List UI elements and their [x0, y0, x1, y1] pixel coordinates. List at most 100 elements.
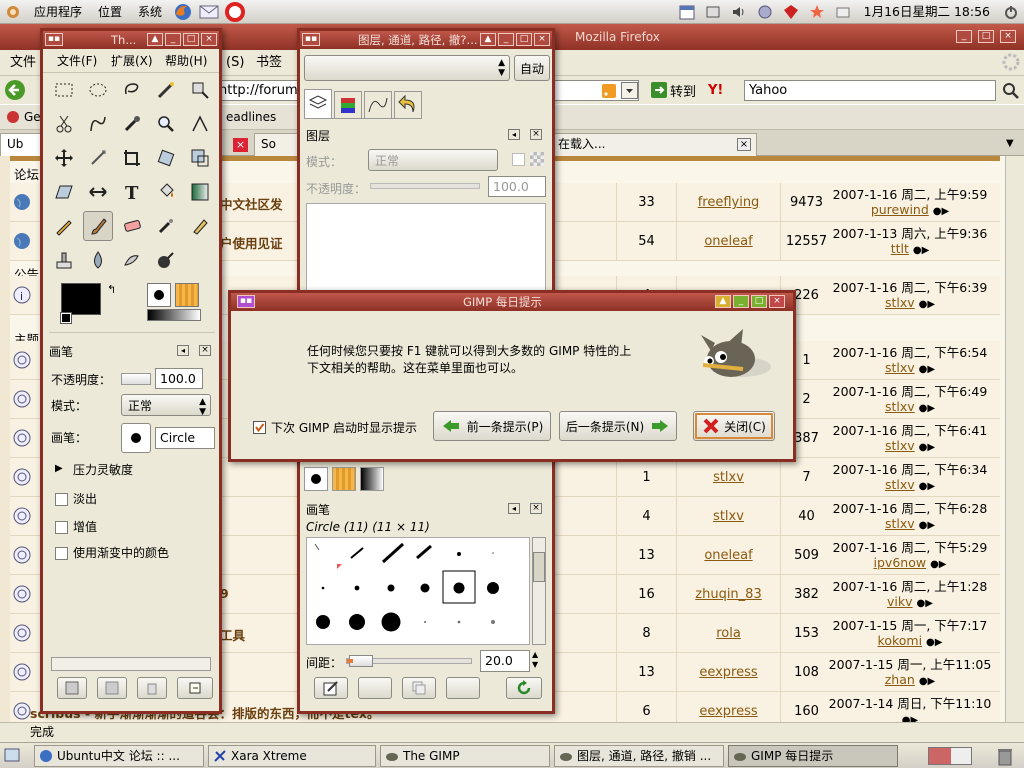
smudge-icon[interactable]: [117, 245, 147, 275]
firefox-menu-s[interactable]: (S): [226, 50, 244, 76]
tab-close-icon[interactable]: ×: [233, 138, 248, 152]
go-icon[interactable]: [651, 82, 667, 98]
goto-post-icon[interactable]: ●▶: [933, 206, 949, 217]
airbrush-icon[interactable]: [151, 211, 181, 241]
last-post-user[interactable]: purewind: [871, 202, 929, 217]
pencil-icon[interactable]: [49, 211, 79, 241]
active-pattern-preview[interactable]: [175, 283, 199, 307]
author-value[interactable]: oneleaf: [704, 548, 752, 563]
align-icon[interactable]: [83, 143, 113, 173]
toolbox-up-button[interactable]: ▲: [147, 33, 163, 46]
blur-icon[interactable]: [83, 245, 113, 275]
last-post-user[interactable]: stlxv: [885, 399, 915, 414]
goto-post-icon[interactable]: ●▶: [919, 481, 935, 492]
reset-options-icon[interactable]: [177, 677, 213, 699]
measure-icon[interactable]: [185, 109, 215, 139]
gradients-tab-icon[interactable]: [360, 467, 384, 491]
tab-loading[interactable]: 在载入...: [552, 133, 757, 156]
firefox-menu-file[interactable]: 文件: [10, 50, 36, 76]
rect-select-icon[interactable]: [49, 75, 79, 105]
clock[interactable]: 1月16日星期二 18:56: [856, 0, 998, 24]
network-icon[interactable]: [754, 1, 776, 23]
last-post-user[interactable]: zhan: [885, 672, 915, 687]
auto-button[interactable]: 自动: [514, 55, 550, 81]
restore-options-icon[interactable]: [97, 677, 127, 699]
update-notifier-icon[interactable]: [832, 1, 854, 23]
task-gimp[interactable]: The GIMP: [380, 745, 550, 767]
last-post-user[interactable]: stlxv: [885, 477, 915, 492]
update-star-icon[interactable]: [806, 1, 828, 23]
tip-menu-button[interactable]: ▪▪: [237, 295, 255, 308]
layers-opacity-field[interactable]: 100.0: [488, 176, 546, 197]
eraser-icon[interactable]: [117, 211, 147, 241]
places-menu[interactable]: 位置: [90, 0, 130, 24]
mail-launcher-icon[interactable]: [198, 1, 220, 23]
author-value[interactable]: zhuqin_83: [695, 587, 761, 602]
system-menu[interactable]: 系统: [130, 0, 170, 24]
topic-title[interactable]: 工具: [220, 625, 245, 644]
spacing-slider[interactable]: [346, 655, 472, 667]
tip-maximize-button[interactable]: □: [751, 295, 767, 308]
image-select[interactable]: ▲ ▼: [304, 55, 510, 81]
brush-preview-button[interactable]: [121, 423, 151, 453]
close-button[interactable]: 关闭(C): [693, 411, 775, 441]
fuzzy-select-icon[interactable]: [151, 75, 181, 105]
goto-post-icon[interactable]: ●▶: [913, 245, 929, 256]
fade-checkbox[interactable]: [55, 493, 68, 506]
toolbox-menu-ext[interactable]: 扩展(X): [111, 49, 153, 73]
layers-panel-close-icon[interactable]: ×: [530, 129, 542, 140]
delete-brush-icon[interactable]: [446, 677, 480, 699]
brushes-panel-close-icon[interactable]: ×: [530, 503, 542, 514]
goto-post-icon[interactable]: ●▶: [919, 442, 935, 453]
delete-options-icon[interactable]: [137, 677, 167, 699]
toolbox-menu-help[interactable]: 帮助(H): [165, 49, 207, 73]
toolbox-maximize-button[interactable]: □: [183, 33, 199, 46]
ink-icon[interactable]: [185, 211, 215, 241]
rss-icon[interactable]: [602, 84, 616, 98]
paths-tab-icon[interactable]: [364, 91, 392, 119]
task-layers[interactable]: 图层, 通道, 路径, 撤销 ...: [554, 745, 724, 767]
crop-icon[interactable]: [117, 143, 147, 173]
page-scrollbar[interactable]: [1005, 156, 1024, 722]
brush-grid-scroll-thumb[interactable]: [533, 552, 545, 582]
toolbox-close-button[interactable]: ×: [201, 33, 217, 46]
layers-up-button[interactable]: ▲: [480, 33, 496, 46]
swap-colors-icon[interactable]: ↰: [107, 283, 116, 296]
toolbox-minimize-button[interactable]: _: [165, 33, 181, 46]
firefox-minimize-button[interactable]: _: [956, 30, 972, 43]
paintbrush-icon[interactable]: [83, 211, 113, 241]
last-post-user[interactable]: kokomi: [878, 633, 923, 648]
next-tip-button[interactable]: 后一条提示(N): [559, 411, 677, 441]
last-post-user[interactable]: stlxv: [885, 295, 915, 310]
task-firefox[interactable]: Ubuntu中文 论坛 :: ...: [34, 745, 204, 767]
goto-post-icon[interactable]: ●▶: [919, 520, 935, 531]
brush-name-field[interactable]: Circle (1: [155, 427, 215, 449]
mode-select[interactable]: 正常 ▲ ▼: [121, 394, 211, 417]
brushes-tab-icon[interactable]: [304, 467, 328, 491]
workspace-switcher[interactable]: [928, 747, 972, 765]
volume-icon[interactable]: [728, 1, 750, 23]
last-post-user[interactable]: vikv: [887, 594, 913, 609]
shear-icon[interactable]: [49, 177, 79, 207]
lock-alpha-checkbox[interactable]: [512, 153, 525, 166]
layers-opacity-slider[interactable]: [370, 183, 480, 189]
last-post-user[interactable]: stlxv: [885, 438, 915, 453]
rotate-icon[interactable]: [151, 143, 181, 173]
default-colors-icon[interactable]: [60, 312, 72, 324]
layers-close-button[interactable]: ×: [534, 33, 550, 46]
patterns-tab-icon[interactable]: [332, 467, 356, 491]
author-value[interactable]: stlxv: [713, 470, 744, 485]
toolbox-hscrollbar[interactable]: [51, 657, 211, 671]
active-gradient-preview[interactable]: [147, 309, 201, 321]
layers-tab-icon[interactable]: [304, 89, 332, 119]
ellipse-select-icon[interactable]: [83, 75, 113, 105]
spacing-field[interactable]: 20.0: [480, 650, 530, 672]
brush-grid[interactable]: [306, 537, 530, 645]
tab-close-icon-2[interactable]: ×: [737, 138, 751, 151]
clone-icon[interactable]: [49, 245, 79, 275]
new-brush-icon[interactable]: [358, 677, 392, 699]
goto-post-icon[interactable]: ●▶: [917, 598, 933, 609]
bookmark-headlines[interactable]: eadlines: [226, 110, 276, 124]
url-dropdown-button[interactable]: [621, 82, 638, 99]
goto-post-icon[interactable]: ●▶: [926, 637, 942, 648]
